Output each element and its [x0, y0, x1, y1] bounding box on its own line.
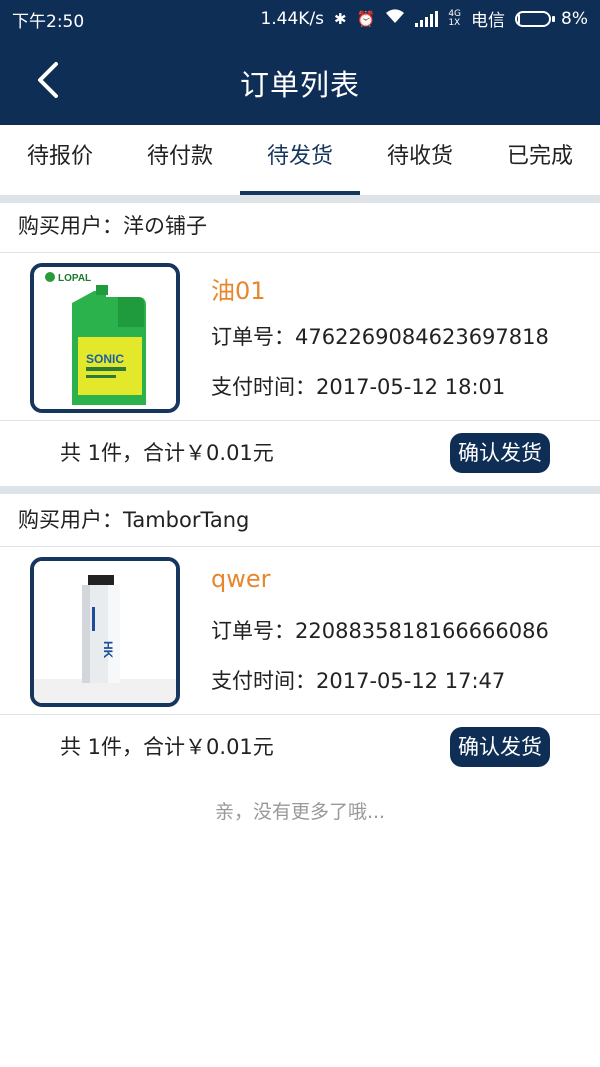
tab-pending-shipment[interactable]: 待发货: [240, 125, 360, 195]
no-more-text: 亲，没有更多了哦...: [214, 801, 386, 823]
order-summary: 共 1件，合计￥0.01元 确认发货: [0, 715, 600, 777]
order-summary: 共 1件，合计￥0.01元 确认发货: [0, 421, 600, 483]
status-bar: 下午2:50 1.44K/s ✱ ⏰ 4G 1X 电信 8%: [0, 0, 600, 36]
signal-icon: [415, 10, 439, 27]
order-status-tabs: 待报价 待付款 待发货 待收货 已完成: [0, 125, 600, 195]
status-time: 下午2:50: [12, 12, 85, 32]
product-name: 油01: [211, 277, 266, 305]
wifi-icon: [385, 8, 405, 29]
divider: [0, 195, 600, 203]
payment-time: 支付时间：2017-05-12 18:01: [211, 375, 506, 399]
order-card: 购买用户：洋の铺子 LOPAL SONIC 油01 订单号：4762269084…: [0, 203, 600, 483]
order-divider: [0, 486, 600, 494]
fuel-filter-icon: HK: [34, 561, 176, 703]
confirm-shipment-button[interactable]: 确认发货: [450, 433, 550, 473]
order-card: 购买用户：TamborTang HK qwer 订单号：220883581816…: [0, 497, 600, 777]
network-type: 4G 1X: [448, 8, 462, 28]
product-image[interactable]: HK: [30, 557, 180, 707]
product-brand-label: LOPAL: [58, 273, 91, 284]
tab-pending-quote[interactable]: 待报价: [0, 125, 120, 195]
filter-brand-label: HK: [101, 641, 115, 659]
order-number: 订单号：4762269084623697818: [211, 325, 549, 349]
network-speed: 1.44K/s: [260, 8, 325, 29]
order-total: 共 1件，合计￥0.01元: [60, 735, 274, 759]
payment-time: 支付时间：2017-05-12 17:47: [211, 669, 506, 693]
bluetooth-icon: ✱: [334, 9, 347, 28]
carrier: 电信: [471, 11, 506, 31]
tab-completed[interactable]: 已完成: [480, 125, 600, 195]
tab-pending-payment[interactable]: 待付款: [120, 125, 240, 195]
order-item[interactable]: LOPAL SONIC 油01 订单号：4762269084623697818 …: [0, 253, 600, 421]
battery-percent: 8%: [561, 8, 588, 29]
product-image[interactable]: LOPAL SONIC: [30, 263, 180, 413]
buyer-name: 购买用户：洋の铺子: [0, 203, 600, 253]
confirm-shipment-button[interactable]: 确认发货: [450, 727, 550, 767]
battery-icon: [515, 10, 556, 27]
status-right: 1.44K/s ✱ ⏰ 4G 1X 电信 8%: [260, 6, 588, 32]
tab-pending-receipt[interactable]: 待收货: [360, 125, 480, 195]
product-label-text: SONIC: [86, 352, 124, 366]
buyer-name: 购买用户：TamborTang: [0, 497, 600, 547]
product-name: qwer: [211, 565, 271, 593]
app-header: 订单列表: [0, 36, 600, 125]
order-total: 共 1件，合计￥0.01元: [60, 441, 274, 465]
order-number: 订单号：2208835818166666086: [211, 619, 549, 643]
alarm-icon: ⏰: [356, 9, 376, 28]
oil-bottle-icon: LOPAL SONIC: [34, 267, 176, 409]
order-item[interactable]: HK qwer 订单号：2208835818166666086 支付时间：201…: [0, 547, 600, 715]
page-title: 订单列表: [239, 68, 360, 102]
